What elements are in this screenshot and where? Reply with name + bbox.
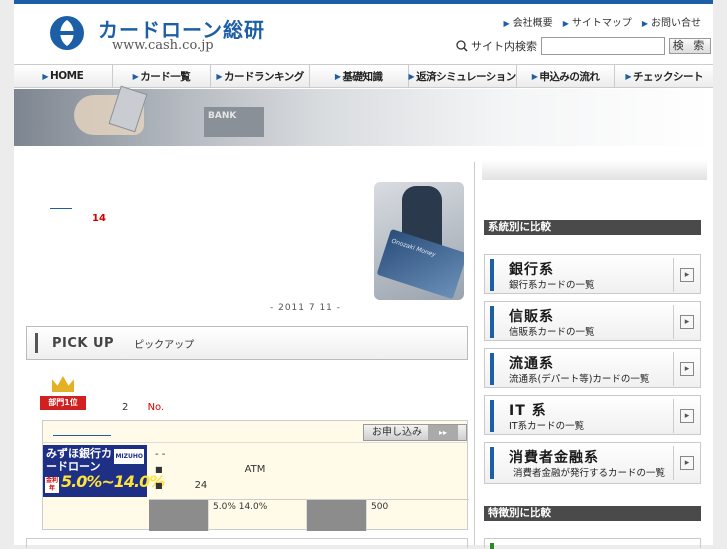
arrow-icon: ▶: [503, 19, 510, 28]
toplink-company[interactable]: ▶ 会社概要: [504, 14, 553, 29]
card-graphic: Onozaki Money: [376, 228, 464, 300]
nav-home[interactable]: ▶ HOME: [14, 65, 113, 87]
arrow-right-icon: ▸: [680, 456, 694, 470]
rank-number: 2: [122, 402, 129, 413]
arrow-icon: ▶: [216, 71, 223, 81]
search-icon: [456, 40, 468, 52]
header-banner-image: BANK: [14, 85, 713, 146]
category-bank[interactable]: 銀行系 銀行系カードの一覧 ▸: [484, 254, 701, 294]
sidebar-top-bar: [482, 160, 707, 180]
arrow-icon: ▶: [334, 71, 341, 81]
nav-application-flow[interactable]: ▶ 申込みの流れ: [517, 65, 616, 87]
pickup-bar: [35, 333, 38, 353]
apply-button[interactable]: お申し込み ▸▸: [363, 424, 467, 441]
category-it[interactable]: IT 系 IT系カードの一覧 ▸: [484, 395, 701, 435]
category-shinpan[interactable]: 信販系 信販系カードの一覧 ▸: [484, 301, 701, 341]
spec-value-rate: 5.0% 14.0%: [209, 499, 307, 531]
toplink-sitemap[interactable]: ▶ サイトマップ: [563, 14, 632, 29]
intro-area: 14 - 2011 7 11 - Onozaki Money: [26, 160, 468, 320]
card-listing: お申し込み ▸▸ みずほ銀行カードローン MIZUHO 金利 年 5.0%~14.…: [42, 420, 469, 531]
arrow-icon: ▶: [42, 71, 48, 81]
pickup-header: PICK UP ピックアップ: [26, 326, 468, 360]
feature-line-3: ■ 24: [155, 480, 208, 491]
search-input[interactable]: [541, 37, 665, 55]
arrow-icon: ▶: [132, 71, 139, 81]
arrow-icon: ▶: [408, 71, 415, 81]
featured-card-image: Onozaki Money: [374, 182, 464, 300]
page: カードローン総研 www.cash.co.jp ▶ 会社概要 ▶ サイトマップ ▶ お…: [14, 0, 713, 549]
category-consumer-finance[interactable]: 消費者金融系 消費者金融が発行するカードの一覧 ▸: [484, 442, 701, 484]
site-search: サイト内検索 検 索: [456, 37, 711, 55]
top-accent-bar: [14, 0, 713, 4]
nav-checksheet[interactable]: ▶ チェックシート: [615, 65, 713, 87]
intro-number: 14: [92, 213, 106, 224]
rank-badge: 部門1位: [40, 374, 86, 414]
arrow-right-icon: ▸: [680, 362, 694, 376]
top-links: ▶ 会社概要 ▶ サイトマップ ▶ お問い合せ: [504, 14, 701, 29]
column-divider: [474, 162, 475, 545]
arrow-icon: ▶: [641, 19, 648, 28]
pickup-title-en: PICK UP: [52, 335, 115, 351]
bullet-icon: ■: [155, 465, 163, 474]
rank-line: 2 No.: [122, 402, 164, 413]
card-title-link[interactable]: [53, 435, 111, 436]
nav-card-ranking[interactable]: ▶ カードランキング: [211, 65, 310, 87]
arrow-right-icon: ▸: [680, 409, 694, 423]
card-rate: 5.0%~14.0%: [61, 472, 165, 491]
nav-basics[interactable]: ▶ 基礎知識: [310, 65, 409, 87]
search-button[interactable]: 検 索: [669, 38, 711, 54]
feature-line-1: - -: [155, 449, 166, 460]
nav-card-list[interactable]: ▶ カード一覧: [113, 65, 212, 87]
logo-icon[interactable]: [48, 14, 86, 52]
spec-label-rate: [149, 499, 209, 531]
spec-label-limit: [307, 499, 367, 531]
sidebar-section-by-type: 系統別に比較: [484, 220, 701, 235]
bullet-icon: ■: [155, 481, 163, 490]
card-name: みずほ銀行カードローン: [46, 447, 112, 473]
feature-line-2: ■ ATM: [155, 464, 266, 475]
toplink-contact[interactable]: ▶ お問い合せ: [642, 14, 701, 29]
sidebar: 系統別に比較 銀行系 銀行系カードの一覧 ▸ 信販系 信販系カードの一覧 ▸ 流…: [482, 160, 707, 549]
sidebar-section-by-feature: 特徴別に比較: [484, 506, 701, 521]
rank-ribbon: 部門1位: [40, 396, 86, 410]
spec-value-limit: 500: [367, 499, 469, 531]
next-listing-edge: [26, 538, 468, 548]
rate-tag: 金利 年: [45, 477, 59, 493]
arrow-right-icon: ▸: [680, 315, 694, 329]
arrow-icon: ▶: [625, 71, 632, 81]
pickup-title-jp: ピックアップ: [134, 339, 195, 351]
main-nav: ▶ HOME ▶ カード一覧 ▶ カードランキング ▶ 基礎知識 ▶ 返済シミュレーション…: [14, 64, 713, 88]
logo-url: www.cash.co.jp: [112, 38, 214, 53]
spec-table: 5.0% 14.0% 500: [149, 499, 469, 531]
feature-item-partial[interactable]: [484, 538, 701, 549]
crown-icon: [52, 376, 74, 392]
search-label: サイト内検索: [456, 38, 537, 54]
intro-date: - 2011 7 11 -: [270, 303, 342, 313]
arrow-icon: ▶: [562, 19, 569, 28]
nav-repayment-sim[interactable]: ▶ 返済シミュレーション: [409, 65, 517, 87]
arrow-icon: ▶: [531, 71, 538, 81]
card-listing-header: お申し込み ▸▸: [43, 421, 467, 443]
double-arrow-icon: ▸▸: [428, 425, 458, 440]
category-retail[interactable]: 流通系 流通系(デパート等)カードの一覧 ▸: [484, 348, 701, 388]
intro-link[interactable]: [50, 208, 72, 209]
rank-no: No.: [147, 402, 165, 413]
brand-mark: MIZUHO: [114, 449, 144, 464]
card-logo-image[interactable]: みずほ銀行カードローン MIZUHO 金利 年 5.0%~14.0%: [43, 445, 165, 497]
arrow-right-icon: ▸: [680, 268, 694, 282]
banner-sign: BANK: [204, 107, 264, 137]
